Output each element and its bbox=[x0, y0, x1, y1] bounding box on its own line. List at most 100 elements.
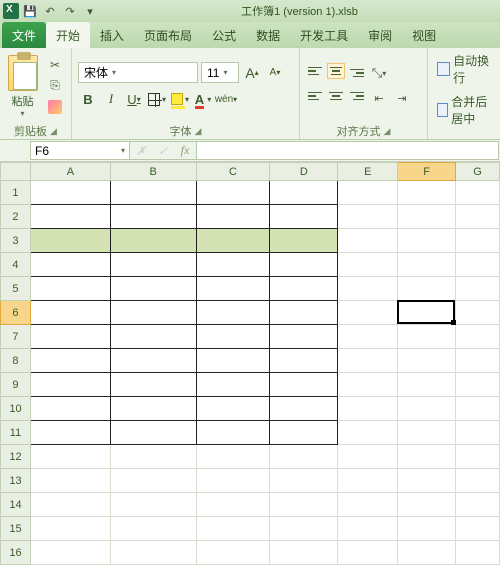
row-header-3[interactable]: 3 bbox=[1, 229, 31, 253]
cell-G3[interactable] bbox=[456, 229, 500, 253]
cell-C4[interactable] bbox=[196, 253, 270, 277]
orientation-button[interactable]: ⤡▾ bbox=[369, 63, 389, 83]
cell-E14[interactable] bbox=[338, 493, 398, 517]
cell-F12[interactable] bbox=[398, 445, 456, 469]
align-dialog-icon[interactable]: ◢ bbox=[384, 126, 391, 137]
row-header-16[interactable]: 16 bbox=[1, 541, 31, 565]
cell-C11[interactable] bbox=[196, 421, 270, 445]
border-button[interactable]: ▾ bbox=[147, 89, 167, 109]
cell-E3[interactable] bbox=[338, 229, 398, 253]
cell-E13[interactable] bbox=[338, 469, 398, 493]
cell-E1[interactable] bbox=[338, 181, 398, 205]
cell-E9[interactable] bbox=[338, 373, 398, 397]
cell-E12[interactable] bbox=[338, 445, 398, 469]
font-size-combo[interactable]: 11▾ bbox=[201, 62, 239, 83]
format-painter-button[interactable] bbox=[45, 98, 65, 116]
enter-icon[interactable]: ✓ bbox=[152, 144, 174, 158]
row-header-4[interactable]: 4 bbox=[1, 253, 31, 277]
merge-center-button[interactable]: 合并后居中 bbox=[434, 92, 494, 128]
cell-F6[interactable] bbox=[398, 301, 456, 325]
wrap-text-button[interactable]: 自动换行 bbox=[434, 51, 494, 87]
cell-G13[interactable] bbox=[456, 469, 500, 493]
cell-C8[interactable] bbox=[196, 349, 270, 373]
cell-G2[interactable] bbox=[456, 205, 500, 229]
tab-file[interactable]: 文件 bbox=[2, 22, 46, 48]
cell-F4[interactable] bbox=[398, 253, 456, 277]
redo-button[interactable]: ↷ bbox=[61, 2, 79, 20]
row-header-15[interactable]: 15 bbox=[1, 517, 31, 541]
cell-B12[interactable] bbox=[110, 445, 196, 469]
col-header-B[interactable]: B bbox=[110, 163, 196, 181]
cell-C2[interactable] bbox=[196, 205, 270, 229]
cell-A8[interactable] bbox=[30, 349, 110, 373]
col-header-G[interactable]: G bbox=[456, 163, 500, 181]
font-color-button[interactable]: A▾ bbox=[193, 89, 213, 109]
cell-B2[interactable] bbox=[110, 205, 196, 229]
save-button[interactable]: 💾 bbox=[21, 2, 39, 20]
clipboard-dialog-icon[interactable]: ◢ bbox=[50, 126, 57, 137]
cell-C5[interactable] bbox=[196, 277, 270, 301]
tab-pagelayout[interactable]: 页面布局 bbox=[134, 22, 202, 48]
row-header-10[interactable]: 10 bbox=[1, 397, 31, 421]
cell-G1[interactable] bbox=[456, 181, 500, 205]
cell-D15[interactable] bbox=[270, 517, 338, 541]
cell-G14[interactable] bbox=[456, 493, 500, 517]
cell-D14[interactable] bbox=[270, 493, 338, 517]
row-header-1[interactable]: 1 bbox=[1, 181, 31, 205]
cell-E4[interactable] bbox=[338, 253, 398, 277]
undo-button[interactable]: ↶ bbox=[41, 2, 59, 20]
cell-C13[interactable] bbox=[196, 469, 270, 493]
cell-E8[interactable] bbox=[338, 349, 398, 373]
increase-indent-button[interactable]: ⇥ bbox=[392, 88, 412, 108]
cell-A13[interactable] bbox=[30, 469, 110, 493]
cell-G15[interactable] bbox=[456, 517, 500, 541]
fx-button[interactable]: fx bbox=[174, 143, 196, 158]
grow-font-button[interactable]: A▴ bbox=[242, 63, 262, 83]
cell-B1[interactable] bbox=[110, 181, 196, 205]
cell-A7[interactable] bbox=[30, 325, 110, 349]
align-top-button[interactable] bbox=[306, 63, 324, 79]
cell-C1[interactable] bbox=[196, 181, 270, 205]
cell-D12[interactable] bbox=[270, 445, 338, 469]
qat-dropdown[interactable]: ▾ bbox=[81, 2, 99, 20]
cell-D2[interactable] bbox=[270, 205, 338, 229]
cell-C16[interactable] bbox=[196, 541, 270, 565]
cell-G12[interactable] bbox=[456, 445, 500, 469]
font-dialog-icon[interactable]: ◢ bbox=[195, 126, 202, 137]
cell-G4[interactable] bbox=[456, 253, 500, 277]
cell-F15[interactable] bbox=[398, 517, 456, 541]
fill-color-button[interactable]: ▾ bbox=[170, 89, 190, 109]
cell-B14[interactable] bbox=[110, 493, 196, 517]
cell-D7[interactable] bbox=[270, 325, 338, 349]
cell-A14[interactable] bbox=[30, 493, 110, 517]
cell-A2[interactable] bbox=[30, 205, 110, 229]
underline-button[interactable]: U▾ bbox=[124, 89, 144, 109]
cell-B4[interactable] bbox=[110, 253, 196, 277]
align-left-button[interactable] bbox=[306, 88, 324, 104]
cell-B7[interactable] bbox=[110, 325, 196, 349]
cell-G8[interactable] bbox=[456, 349, 500, 373]
cell-A10[interactable] bbox=[30, 397, 110, 421]
font-name-combo[interactable]: 宋体▾ bbox=[78, 62, 198, 83]
col-header-A[interactable]: A bbox=[30, 163, 110, 181]
row-header-8[interactable]: 8 bbox=[1, 349, 31, 373]
cell-E16[interactable] bbox=[338, 541, 398, 565]
formula-input[interactable] bbox=[197, 141, 499, 160]
cell-A11[interactable] bbox=[30, 421, 110, 445]
bold-button[interactable]: B bbox=[78, 89, 98, 109]
cell-A4[interactable] bbox=[30, 253, 110, 277]
cell-E15[interactable] bbox=[338, 517, 398, 541]
cell-G7[interactable] bbox=[456, 325, 500, 349]
cut-button[interactable]: ✂ bbox=[45, 56, 65, 74]
tab-data[interactable]: 数据 bbox=[246, 22, 290, 48]
cell-D6[interactable] bbox=[270, 301, 338, 325]
cell-C9[interactable] bbox=[196, 373, 270, 397]
cell-C7[interactable] bbox=[196, 325, 270, 349]
tab-insert[interactable]: 插入 bbox=[90, 22, 134, 48]
select-all-corner[interactable] bbox=[1, 163, 31, 181]
cell-G5[interactable] bbox=[456, 277, 500, 301]
cell-G11[interactable] bbox=[456, 421, 500, 445]
cell-A3[interactable] bbox=[30, 229, 110, 253]
cell-F9[interactable] bbox=[398, 373, 456, 397]
cell-D1[interactable] bbox=[270, 181, 338, 205]
